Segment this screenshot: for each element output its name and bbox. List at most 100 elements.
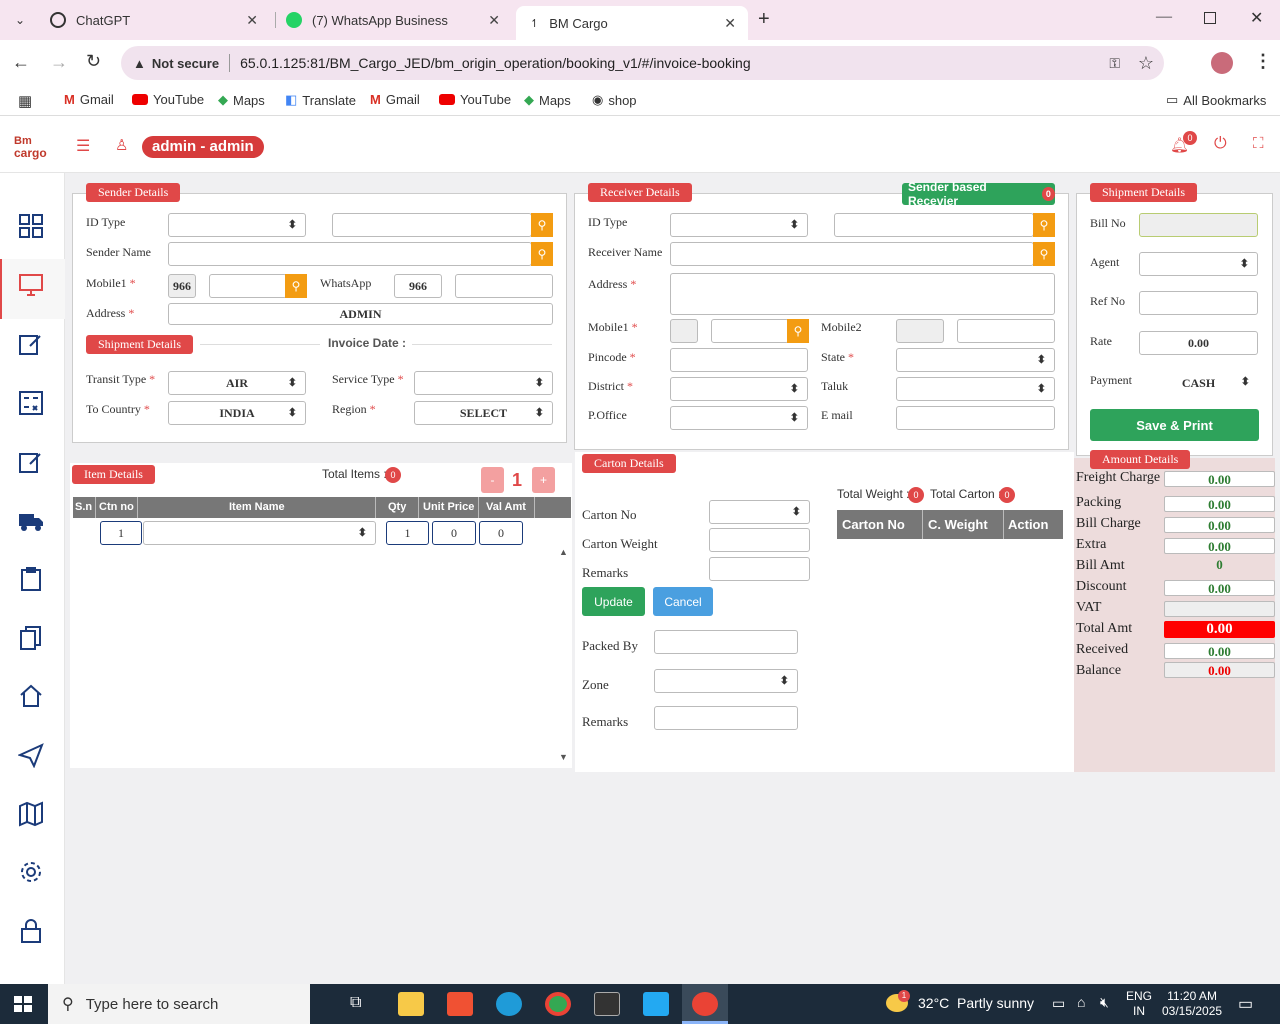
bookmark-shop[interactable]: ◉ shop	[592, 92, 637, 108]
temperature[interactable]: 32°C	[918, 995, 949, 1011]
amount-value[interactable]: 0.00	[1164, 517, 1275, 533]
pincode-input[interactable]	[670, 348, 808, 372]
amount-value[interactable]: 0.00	[1164, 538, 1275, 554]
update-button[interactable]: Update	[582, 587, 645, 616]
search-icon[interactable]: ⚲	[531, 242, 553, 266]
profile-avatar[interactable]	[1211, 52, 1233, 74]
restore-button[interactable]	[1204, 12, 1216, 24]
sender-based-receiver-button[interactable]: Sender based Recevier 0	[902, 180, 1055, 208]
zone-select[interactable]	[654, 669, 798, 693]
amount-value[interactable]: 0.00	[1164, 580, 1275, 596]
home-icon[interactable]	[18, 683, 44, 709]
back-icon[interactable]: ←	[12, 52, 30, 73]
dashboard-icon[interactable]	[18, 213, 44, 239]
search-icon[interactable]: ⚲	[531, 213, 553, 237]
documents-icon[interactable]	[18, 625, 44, 651]
network-icon[interactable]: ⌂	[1077, 994, 1085, 1010]
receiver-mobile2-code-field[interactable]	[896, 319, 944, 343]
carton-remarks-input[interactable]	[709, 557, 810, 581]
edit-icon[interactable]	[18, 331, 44, 357]
omnibox[interactable]: ▲ Not secure 65.0.1.125:81/BM_Cargo_JED/…	[121, 46, 1164, 80]
amount-value[interactable]: 0.00	[1164, 643, 1275, 659]
minimize-button[interactable]: —	[1156, 8, 1172, 26]
close-icon[interactable]: ✕	[488, 12, 500, 29]
receiver-mobile1-input[interactable]	[711, 319, 789, 343]
apps-icon[interactable]: ▦	[18, 92, 32, 110]
ctn-no-input[interactable]: 1	[100, 521, 142, 545]
receiver-mobile-code-field[interactable]	[670, 319, 698, 343]
truck-icon[interactable]	[18, 508, 44, 534]
calculator-icon[interactable]	[18, 390, 44, 416]
hamburger-icon[interactable]: ☰	[76, 136, 90, 156]
all-bookmarks[interactable]: ▭ All Bookmarks	[1166, 92, 1266, 108]
sender-id-type-select[interactable]	[168, 213, 306, 237]
lock-icon[interactable]	[18, 918, 44, 944]
url-text[interactable]: 65.0.1.125:81/BM_Cargo_JED/bm_origin_ope…	[240, 55, 751, 71]
git-icon[interactable]	[447, 992, 473, 1016]
whatsapp-input[interactable]	[455, 274, 553, 298]
receiver-id-number-input[interactable]	[834, 213, 1034, 237]
file-explorer-icon[interactable]	[398, 992, 424, 1016]
bookmark-youtube[interactable]: YouTube	[132, 92, 204, 107]
monitor-icon[interactable]	[18, 272, 44, 298]
email-input[interactable]	[896, 406, 1055, 430]
ref-no-input[interactable]	[1139, 291, 1258, 315]
new-tab-button[interactable]: +	[758, 8, 770, 31]
reload-icon[interactable]: ↻	[86, 51, 101, 72]
to-country-select[interactable]: INDIA	[168, 401, 306, 425]
clipboard-icon[interactable]	[18, 566, 44, 592]
amount-value[interactable]: 0.00	[1164, 471, 1275, 487]
post-office-select[interactable]	[670, 406, 808, 430]
user-badge[interactable]: admin - admin	[142, 136, 264, 158]
receiver-id-type-select[interactable]	[670, 213, 808, 237]
packing-remarks-input[interactable]	[654, 706, 798, 730]
weather-text[interactable]: Partly sunny	[957, 995, 1034, 1011]
mobile-code-field[interactable]: 966	[168, 274, 196, 298]
power-icon[interactable]: ⏻	[1214, 135, 1227, 153]
cancel-button[interactable]: Cancel	[653, 587, 713, 616]
map-icon[interactable]	[18, 801, 44, 827]
fullscreen-icon[interactable]: ⛶	[1253, 135, 1264, 153]
save-print-button[interactable]: Save & Print	[1090, 409, 1259, 441]
search-icon[interactable]: ⚲	[1033, 213, 1055, 237]
carton-no-select[interactable]	[709, 500, 810, 524]
gear-icon[interactable]	[18, 859, 44, 885]
state-select[interactable]	[896, 348, 1055, 372]
volume-muted-icon[interactable]: 🔇︎	[1100, 994, 1109, 1011]
bookmark-youtube[interactable]: YouTube	[439, 92, 511, 107]
scroll-down-arrow[interactable]: ▼	[559, 752, 568, 762]
decrement-button[interactable]: -	[481, 467, 504, 493]
tab-search-button[interactable]: ⌄	[8, 10, 32, 30]
mobile1-input[interactable]	[209, 274, 287, 298]
rate-input[interactable]: 0.00	[1139, 331, 1258, 355]
taskbar-search[interactable]: ⚲ Type here to search	[48, 984, 310, 1024]
search-icon[interactable]: ⚲	[787, 319, 809, 343]
increment-button[interactable]: +	[532, 467, 555, 493]
plane-icon[interactable]	[18, 742, 44, 768]
task-view-icon[interactable]: ⧉	[350, 994, 361, 1012]
vscode-icon[interactable]	[643, 992, 669, 1016]
agent-select[interactable]	[1139, 252, 1258, 276]
menu-icon[interactable]: ⋮	[1254, 51, 1272, 72]
language-indicator[interactable]: ENG IN	[1126, 989, 1152, 1019]
whatsapp-code-field[interactable]: 966	[394, 274, 442, 298]
amount-value[interactable]: 0.00	[1164, 496, 1275, 512]
payment-select[interactable]: CASH	[1139, 371, 1258, 395]
windows-start-icon[interactable]	[14, 996, 32, 1012]
region-select[interactable]: SELECT	[414, 401, 553, 425]
bookmark-translate[interactable]: ◧ Translate	[285, 92, 356, 108]
security-label[interactable]: Not secure	[152, 56, 219, 71]
search-icon[interactable]: ⚲	[285, 274, 307, 298]
logo[interactable]: Bm cargo	[14, 135, 50, 163]
transit-type-select[interactable]: AIR	[168, 371, 306, 395]
sender-name-input[interactable]	[168, 242, 532, 266]
close-window-button[interactable]: ✕	[1250, 8, 1263, 28]
bookmark-gmail[interactable]: M Gmail	[370, 92, 420, 107]
close-icon[interactable]: ✕	[724, 15, 736, 32]
forward-icon[interactable]: →	[50, 52, 68, 73]
receiver-name-input[interactable]	[670, 242, 1034, 266]
receiver-mobile2-input[interactable]	[957, 319, 1055, 343]
sender-id-number-input[interactable]	[332, 213, 532, 237]
edge-icon[interactable]	[496, 992, 522, 1016]
sender-address-textarea[interactable]: ADMIN	[168, 303, 553, 325]
